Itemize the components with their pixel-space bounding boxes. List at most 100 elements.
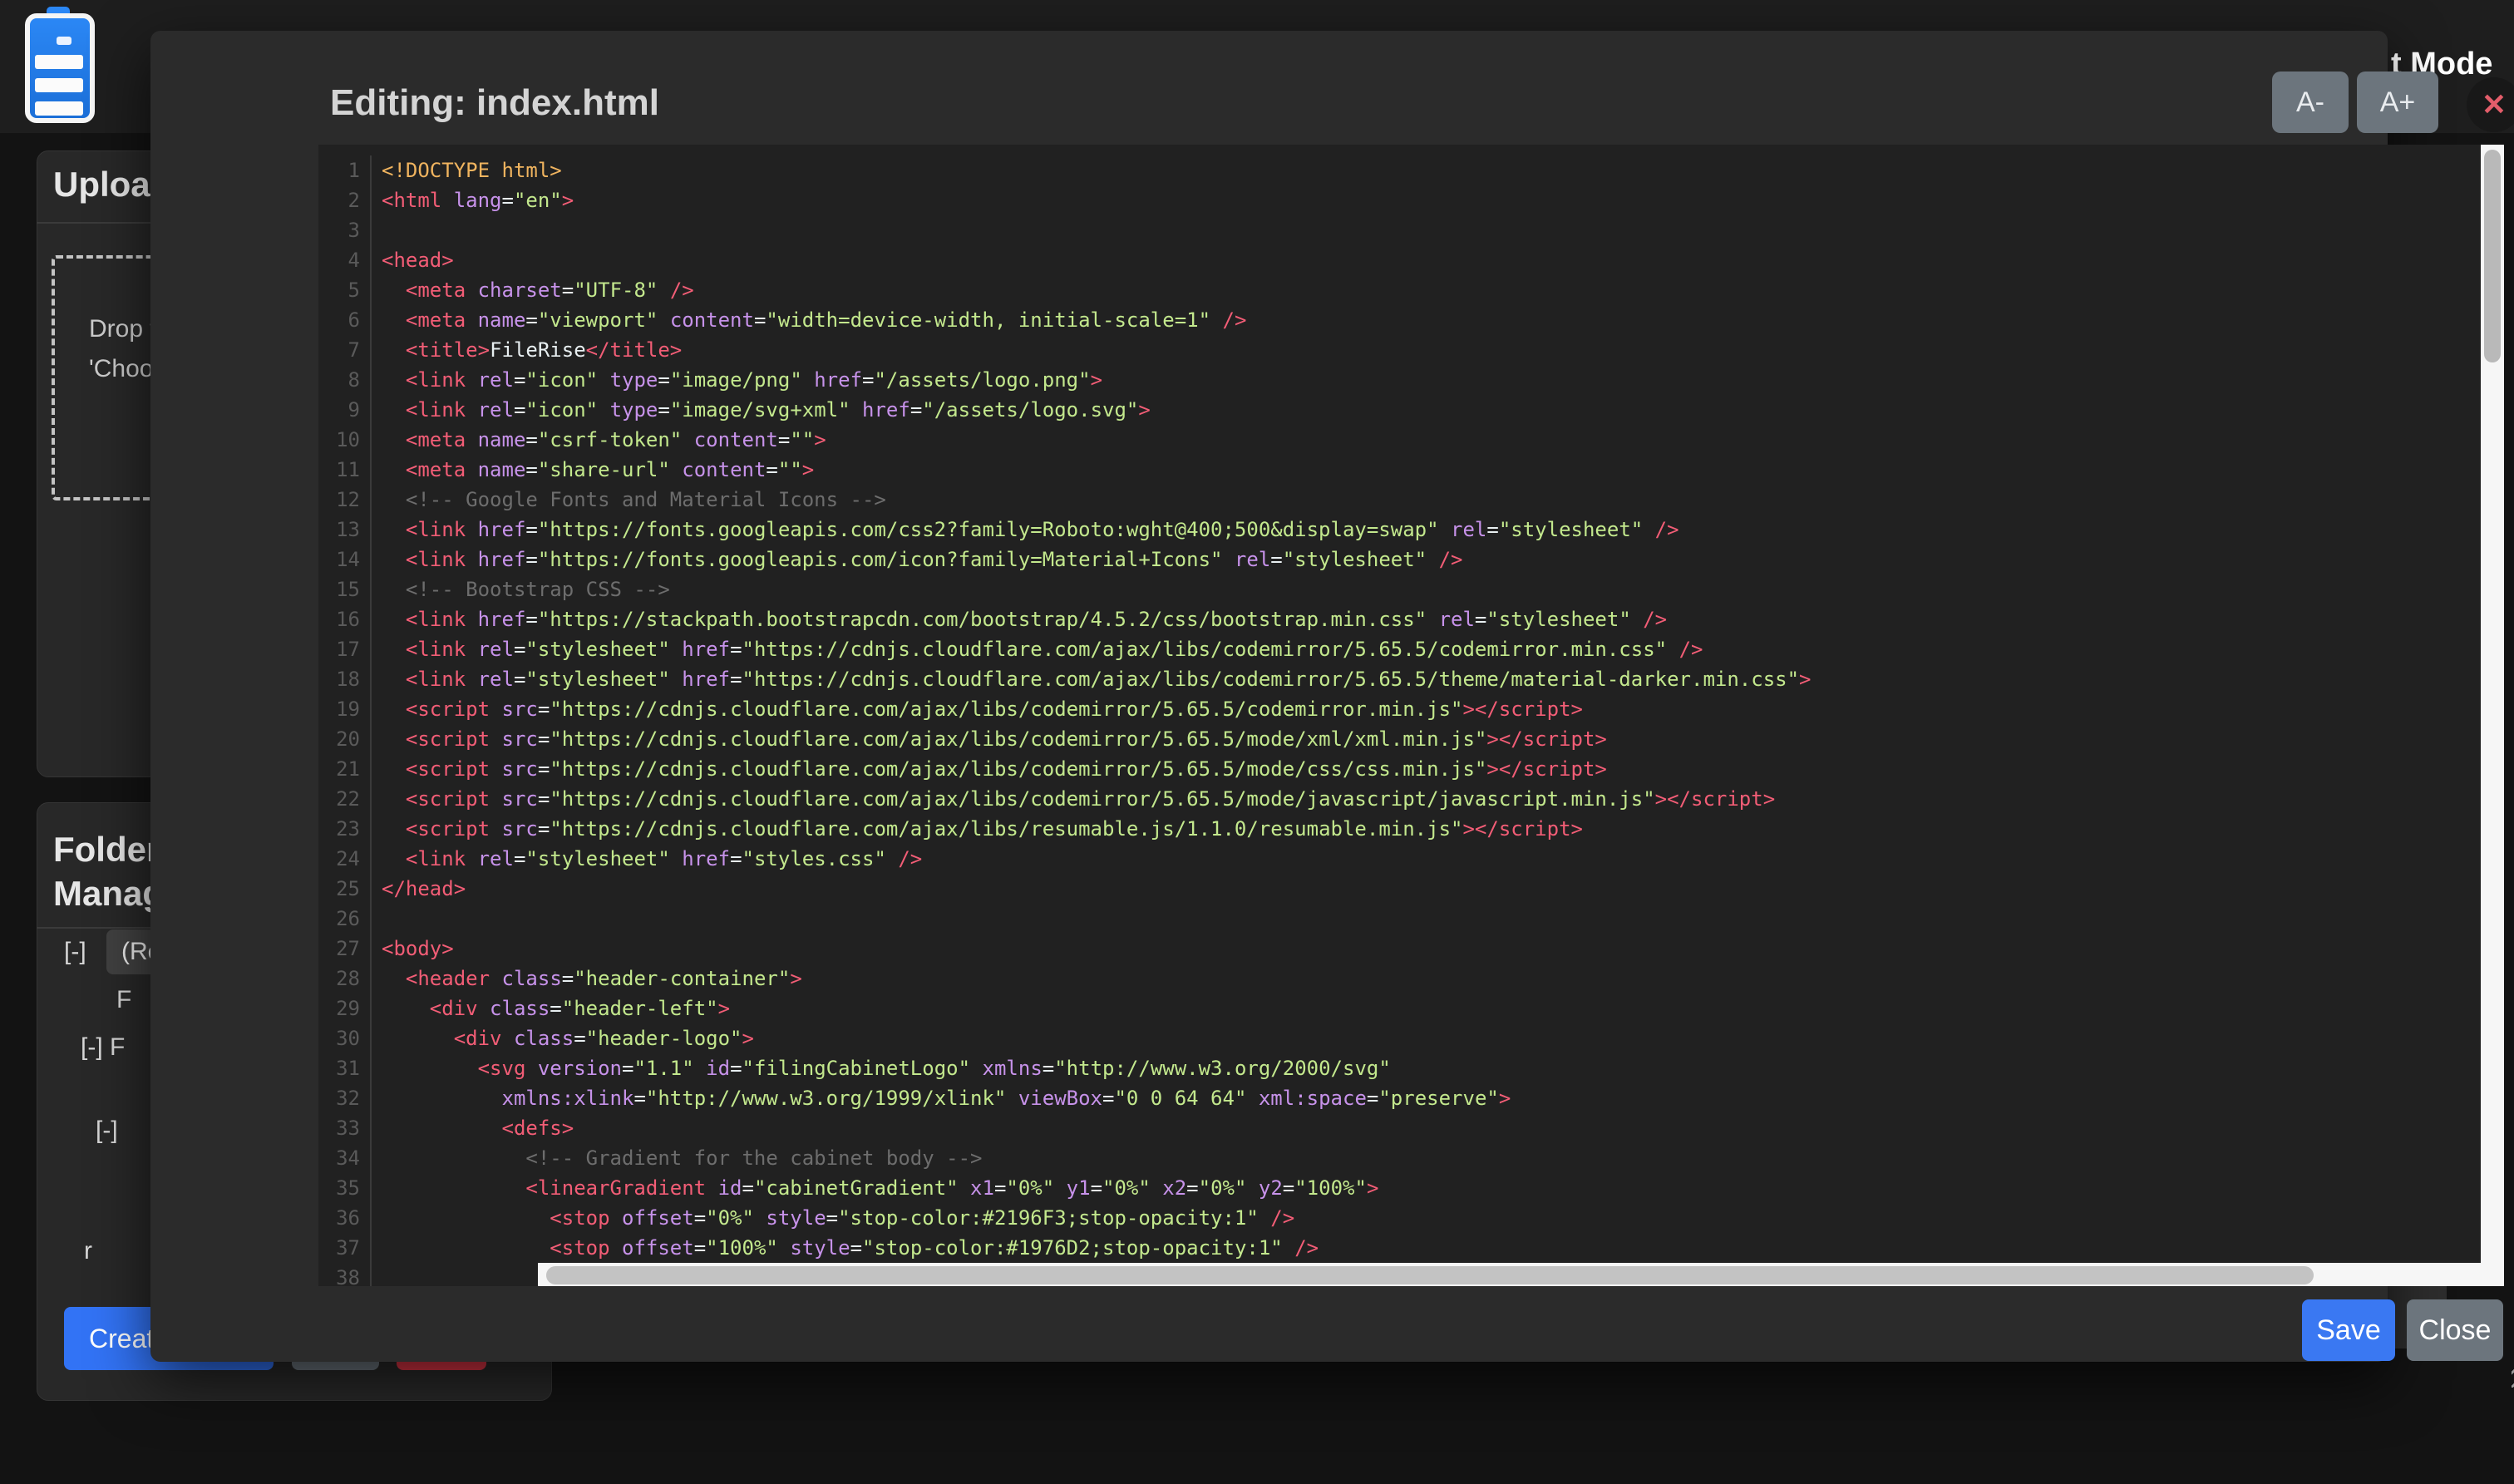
line-number: 25 [318, 874, 372, 904]
tree-node-label[interactable]: F [116, 986, 131, 1014]
code-line: 18 <link rel="stylesheet" href="https://… [318, 664, 2504, 694]
line-number: 20 [318, 724, 372, 754]
code-line: 24 <link rel="stylesheet" href="styles.c… [318, 844, 2504, 874]
font-increase-button[interactable]: A+ [2357, 71, 2438, 133]
tree-node-label[interactable]: [-] F [81, 1033, 125, 1062]
save-button[interactable]: Save [2302, 1299, 2395, 1361]
line-number: 18 [318, 664, 372, 694]
code-line: 20 <script src="https://cdnjs.cloudflare… [318, 724, 2504, 754]
vertical-scrollbar[interactable] [2481, 145, 2504, 1286]
line-number: 2 [318, 185, 372, 215]
code-line: 3 [318, 215, 2504, 245]
code-line-content: <body> [372, 934, 454, 964]
code-line: 29 <div class="header-left"> [318, 993, 2504, 1023]
close-button[interactable]: Close [2407, 1299, 2503, 1361]
code-line: 1<!DOCTYPE html> [318, 155, 2504, 185]
line-number: 23 [318, 814, 372, 844]
line-number: 27 [318, 934, 372, 964]
horizontal-scrollbar-thumb[interactable] [546, 1266, 2314, 1284]
line-number: 28 [318, 964, 372, 993]
line-number: 33 [318, 1113, 372, 1143]
cabinet-drawer-icon [35, 55, 83, 69]
code-editor[interactable]: 1<!DOCTYPE html>2<html lang="en">34<head… [318, 145, 2504, 1286]
horizontal-scrollbar[interactable] [538, 1263, 2504, 1286]
code-line: 22 <script src="https://cdnjs.cloudflare… [318, 784, 2504, 814]
code-line: 2<html lang="en"> [318, 185, 2504, 215]
code-line-content: <!DOCTYPE html> [372, 155, 562, 185]
line-number: 6 [318, 305, 372, 335]
line-number: 22 [318, 784, 372, 814]
code-line: 4<head> [318, 245, 2504, 275]
code-line: 25</head> [318, 874, 2504, 904]
line-number: 5 [318, 275, 372, 305]
line-number: 30 [318, 1023, 372, 1053]
line-number: 16 [318, 604, 372, 634]
code-line: 23 <script src="https://cdnjs.cloudflare… [318, 814, 2504, 844]
tree-toggle[interactable]: [-] [96, 1117, 118, 1145]
code-line: 35 <linearGradient id="cabinetGradient" … [318, 1173, 2504, 1203]
font-decrease-button[interactable]: A- [2272, 71, 2349, 133]
code-line: 32 xmlns:xlink="http://www.w3.org/1999/x… [318, 1083, 2504, 1113]
close-icon[interactable]: ✕ [2467, 77, 2514, 132]
line-number: 13 [318, 515, 372, 545]
filerise-logo-icon[interactable] [25, 13, 95, 123]
code-line: 27<body> [318, 934, 2504, 964]
code-line-content: <meta name="viewport" content="width=dev… [372, 305, 1246, 335]
code-line-content: <link rel="stylesheet" href="https://cdn… [372, 634, 1703, 664]
line-number: 29 [318, 993, 372, 1023]
tree-node-label[interactable]: r [84, 1237, 92, 1265]
vertical-scrollbar-thumb[interactable] [2484, 150, 2501, 362]
line-number: 17 [318, 634, 372, 664]
code-line-content: <defs> [372, 1113, 574, 1143]
code-line: 36 <stop offset="0%" style="stop-color:#… [318, 1203, 2504, 1233]
line-number: 36 [318, 1203, 372, 1233]
cabinet-drawer-icon [35, 101, 83, 116]
code-line: 34 <!-- Gradient for the cabinet body --… [318, 1143, 2504, 1173]
line-number: 7 [318, 335, 372, 365]
line-number: 19 [318, 694, 372, 724]
code-line: 19 <script src="https://cdnjs.cloudflare… [318, 694, 2504, 724]
code-line: 17 <link rel="stylesheet" href="https://… [318, 634, 2504, 664]
code-line: 37 <stop offset="100%" style="stop-color… [318, 1233, 2504, 1263]
code-line-content: <stop offset="0%" style="stop-color:#219… [372, 1203, 1294, 1233]
code-line: 9 <link rel="icon" type="image/svg+xml" … [318, 395, 2504, 425]
code-line-content: xmlns:xlink="http://www.w3.org/1999/xlin… [372, 1083, 1511, 1113]
code-line-content: <script src="https://cdnjs.cloudflare.co… [372, 814, 1583, 844]
line-number: 15 [318, 574, 372, 604]
code-line: 16 <link href="https://stackpath.bootstr… [318, 604, 2504, 634]
code-lines: 1<!DOCTYPE html>2<html lang="en">34<head… [318, 155, 2504, 1286]
line-number: 1 [318, 155, 372, 185]
code-line: 15 <!-- Bootstrap CSS --> [318, 574, 2504, 604]
line-number: 14 [318, 545, 372, 574]
code-line-content: <head> [372, 245, 454, 275]
line-number: 12 [318, 485, 372, 515]
code-line: 5 <meta charset="UTF-8" /> [318, 275, 2504, 305]
code-line-content: <!-- Google Fonts and Material Icons --> [372, 485, 886, 515]
line-number: 4 [318, 245, 372, 275]
code-line-content: <header class="header-container"> [372, 964, 802, 993]
line-number: 32 [318, 1083, 372, 1113]
code-line-content: <!-- Gradient for the cabinet body --> [372, 1143, 982, 1173]
line-number: 34 [318, 1143, 372, 1173]
code-line: 14 <link href="https://fonts.googleapis.… [318, 545, 2504, 574]
line-number: 37 [318, 1233, 372, 1263]
code-line-content [372, 215, 382, 245]
code-line-content: <script src="https://cdnjs.cloudflare.co… [372, 724, 1607, 754]
code-line-content: <div class="header-left"> [372, 993, 730, 1023]
code-line: 31 <svg version="1.1" id="filingCabinetL… [318, 1053, 2504, 1083]
code-line: 10 <meta name="csrf-token" content=""> [318, 425, 2504, 455]
line-number: 24 [318, 844, 372, 874]
code-line-content: <script src="https://cdnjs.cloudflare.co… [372, 754, 1607, 784]
code-line-content: <script src="https://cdnjs.cloudflare.co… [372, 694, 1583, 724]
code-line: 21 <script src="https://cdnjs.cloudflare… [318, 754, 2504, 784]
code-line-content: <svg version="1.1" id="filingCabinetLogo… [372, 1053, 1391, 1083]
cabinet-handle-icon [57, 37, 71, 45]
line-number: 8 [318, 365, 372, 395]
line-number: 35 [318, 1173, 372, 1203]
code-line-content: <stop offset="100%" style="stop-color:#1… [372, 1233, 1319, 1263]
code-line-content: <link rel="stylesheet" href="https://cdn… [372, 664, 1812, 694]
tree-toggle-root[interactable]: [-] [64, 938, 86, 966]
code-line-content: <linearGradient id="cabinetGradient" x1=… [372, 1173, 1378, 1203]
line-number: 38 [318, 1263, 372, 1286]
code-line: 7 <title>FileRise</title> [318, 335, 2504, 365]
